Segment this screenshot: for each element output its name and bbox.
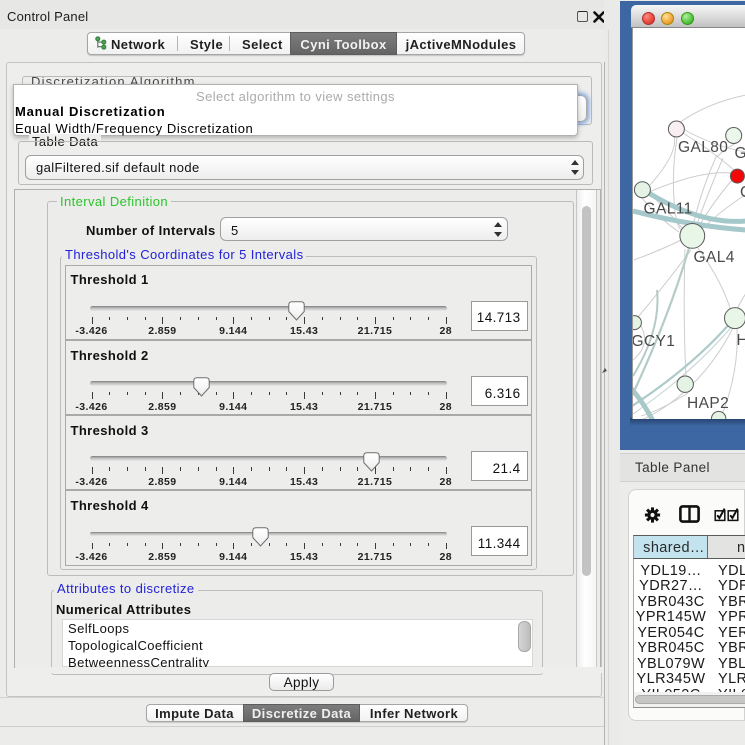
svg-text:C: C — [740, 184, 745, 201]
svg-text:HAP2: HAP2 — [687, 395, 729, 412]
svg-text:H: H — [737, 332, 745, 349]
svg-text:GAL11: GAL11 — [644, 201, 693, 218]
svg-text:GAL80: GAL80 — [678, 139, 728, 156]
svg-text:GAL4: GAL4 — [694, 249, 735, 266]
svg-text:GA: GA — [735, 145, 745, 162]
svg-text:GCY1: GCY1 — [632, 333, 675, 350]
